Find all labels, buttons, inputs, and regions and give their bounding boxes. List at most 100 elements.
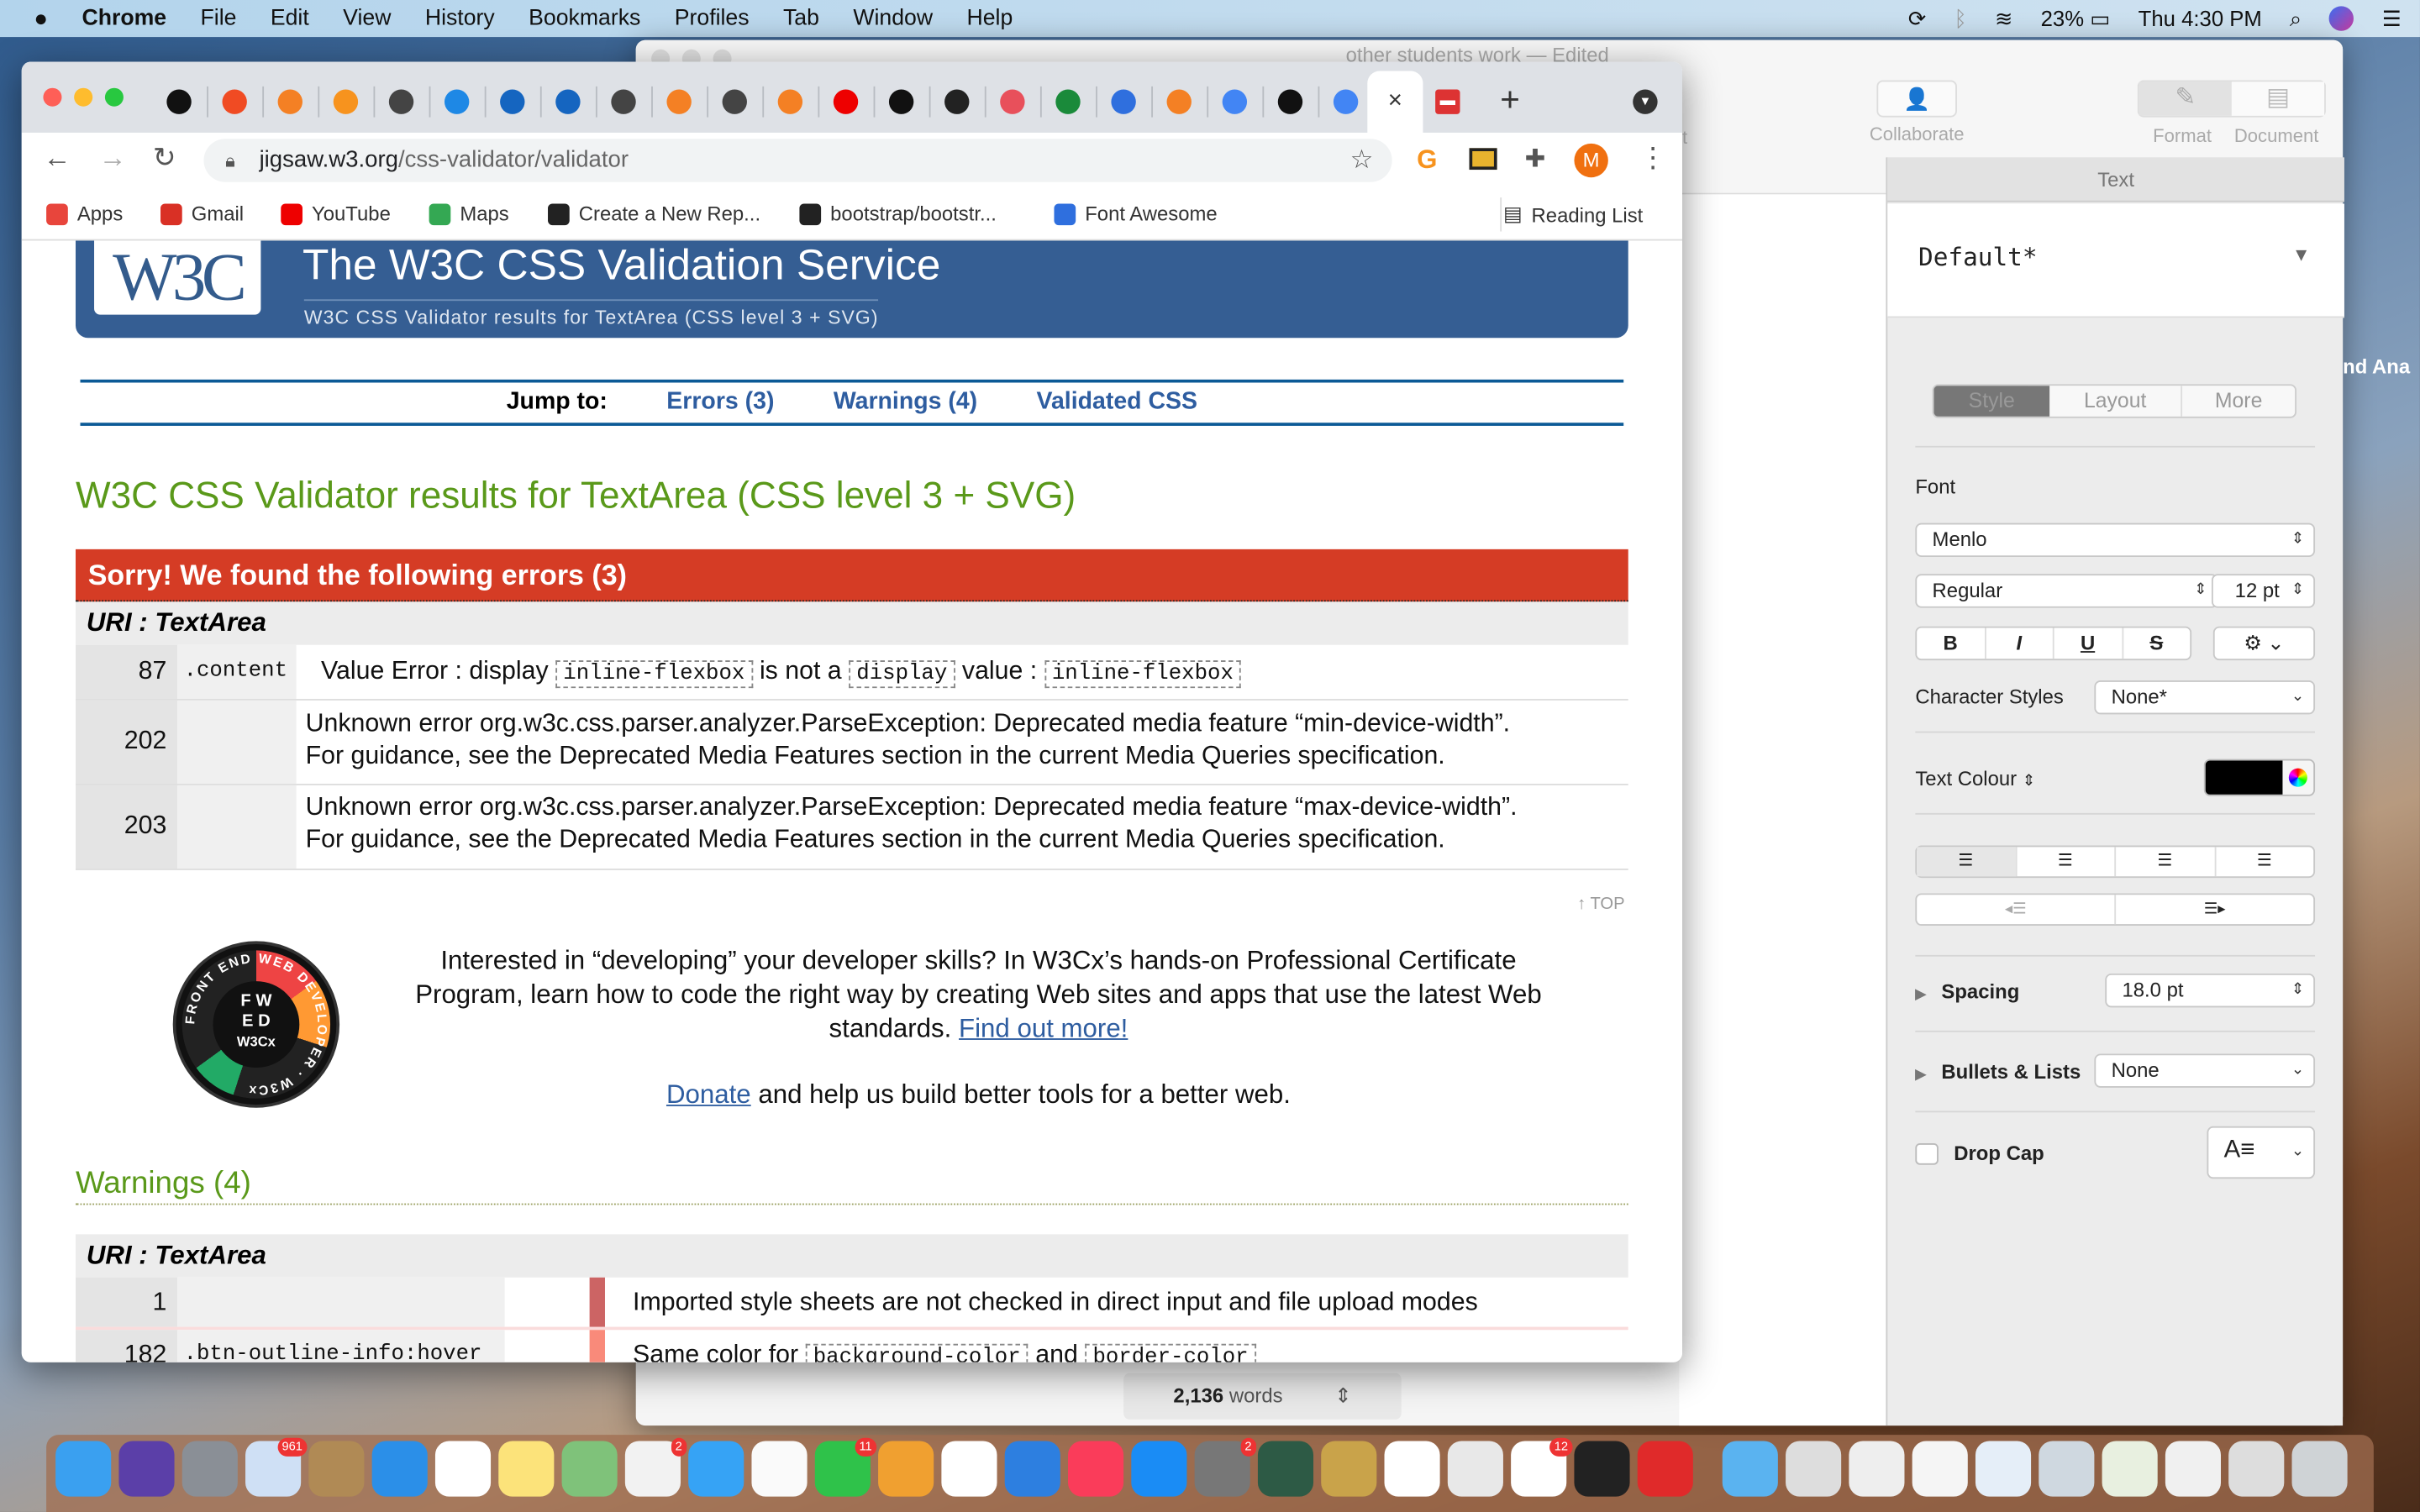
dock-launchpad-icon[interactable]: [182, 1441, 238, 1497]
forward-button[interactable]: →: [99, 142, 127, 175]
dock-folder-icon[interactable]: [1722, 1441, 1778, 1497]
dock-numbers-icon[interactable]: [941, 1441, 997, 1497]
chrome-menu-icon[interactable]: ⋮: [1639, 142, 1667, 175]
bookmark-item[interactable]: bootstrap/bootstr...: [799, 202, 997, 225]
dock-safari-icon[interactable]: [371, 1441, 428, 1497]
dock-trash-icon[interactable]: [2291, 1441, 2348, 1497]
dock-preview-8-icon[interactable]: [2228, 1441, 2285, 1497]
donate-link[interactable]: Donate: [666, 1080, 751, 1110]
tab-style[interactable]: Style: [1933, 386, 2050, 417]
puzzle-extensions-icon[interactable]: ✚: [1525, 144, 1546, 175]
bookmark-item[interactable]: Gmail: [160, 202, 244, 225]
dock-music-icon[interactable]: [1067, 1441, 1124, 1497]
bookmark-item[interactable]: YouTube: [281, 202, 391, 225]
spotlight-icon[interactable]: ⌕: [2290, 5, 2302, 31]
menu-window[interactable]: Window: [853, 6, 933, 30]
close-tab-icon[interactable]: ×: [1388, 88, 1402, 114]
character-styles-select[interactable]: None* ⌄: [2094, 680, 2316, 715]
increase-indent-icon[interactable]: ☰▸: [2114, 895, 2313, 925]
terminal-blue-tab-icon[interactable]: [555, 89, 581, 114]
menu-profiles[interactable]: Profiles: [675, 6, 750, 30]
menu-help[interactable]: Help: [966, 6, 1013, 30]
new-tab-button[interactable]: +: [1500, 81, 1520, 121]
collaborate-button[interactable]: 👤 Collaborate: [1855, 80, 1979, 145]
clock[interactable]: Thu 4:30 PM: [2139, 6, 2262, 30]
word-count[interactable]: 2,136 words ⇕: [1123, 1373, 1402, 1420]
menu-view[interactable]: View: [343, 6, 391, 30]
underline-button[interactable]: U: [2054, 627, 2123, 659]
terminal-blue-tab-icon[interactable]: [500, 89, 525, 114]
w-green-tab-icon[interactable]: [1055, 89, 1081, 114]
dock-photos-icon[interactable]: 2: [624, 1437, 687, 1497]
fewd-badge[interactable]: FRONT END WEB DEVELOPER · W3Cx F WE D W3C…: [172, 941, 340, 1108]
dock-maps-icon[interactable]: [561, 1441, 618, 1497]
dock-smiley-icon[interactable]: [1384, 1441, 1440, 1497]
dock-finder-icon[interactable]: [55, 1441, 112, 1497]
dock-pages-icon[interactable]: [878, 1441, 934, 1497]
dock-chrome-icon[interactable]: [1447, 1441, 1503, 1497]
dock-keychain-icon[interactable]: [1321, 1441, 1377, 1497]
bookmark-item[interactable]: Font Awesome: [1054, 202, 1218, 225]
dock-slack-icon[interactable]: 12: [1511, 1437, 1573, 1497]
dock-preview-7-icon[interactable]: [2165, 1441, 2222, 1497]
bookmark-star-icon[interactable]: ☆: [1350, 139, 1374, 181]
dock-mail-icon[interactable]: 961: [245, 1437, 308, 1497]
asterisk-tab-icon[interactable]: [1000, 89, 1025, 114]
document-icon[interactable]: ▤: [2231, 81, 2325, 116]
apple-icon[interactable]: ●: [34, 5, 48, 31]
active-tab[interactable]: ×: [1367, 71, 1423, 133]
top-link[interactable]: ↑ TOP: [1577, 895, 1625, 913]
font-style-select[interactable]: Regular ⇕: [1915, 574, 2218, 608]
page-content[interactable]: W3C The W3C CSS Validation Service W3C C…: [21, 240, 1683, 1362]
dock-reminders-icon[interactable]: [751, 1441, 808, 1497]
dock-preview-2-icon[interactable]: [1849, 1441, 1905, 1497]
bookmark-item[interactable]: Apps: [46, 202, 123, 225]
maximize-window-button[interactable]: [104, 87, 124, 107]
red-doc-icon[interactable]: ▬: [1435, 89, 1460, 114]
black-red-tab-icon[interactable]: [166, 89, 192, 114]
font-size-field[interactable]: 12 pt ⇕: [2211, 574, 2316, 608]
align-left-icon[interactable]: ☰: [1917, 847, 2015, 877]
dock-contacts-icon[interactable]: [308, 1441, 365, 1497]
stackoverflow-tab-icon[interactable]: [277, 89, 302, 114]
dock-preview-1-icon[interactable]: [1786, 1441, 1842, 1497]
dock-red-app-icon[interactable]: [1637, 1441, 1693, 1497]
wifi-icon[interactable]: ≋: [1995, 5, 2013, 31]
menu-history[interactable]: History: [425, 6, 495, 30]
url-bar[interactable]: 🔒︎ jigsaw.w3.org/css-validator/validator…: [203, 139, 1392, 182]
profile-avatar[interactable]: M: [1574, 143, 1608, 178]
codepen-tab-icon[interactable]: [888, 89, 914, 114]
reload-button[interactable]: ↻: [153, 142, 176, 175]
font-size-stepper[interactable]: ⇕: [2291, 575, 2304, 606]
jump-validated-css-link[interactable]: Validated CSS: [1037, 389, 1197, 415]
format-label[interactable]: Format: [2136, 125, 2228, 147]
bullets-select[interactable]: None ⌄: [2094, 1053, 2316, 1088]
dock-siri-icon[interactable]: [118, 1441, 175, 1497]
k-tab-icon[interactable]: [1277, 89, 1303, 114]
stackoverflow-tab-icon[interactable]: [666, 89, 692, 114]
menu-bookmarks[interactable]: Bookmarks: [529, 6, 640, 30]
menu-app-name[interactable]: Chrome: [82, 6, 166, 30]
drop-cap-style-select[interactable]: A≡ ⌄: [2207, 1126, 2316, 1179]
desktop-file-label[interactable]: nd Ana: [2343, 354, 2410, 378]
minimize-window-button[interactable]: [74, 87, 93, 107]
youtube-tab-icon[interactable]: [833, 89, 859, 114]
close-window-button[interactable]: [43, 87, 62, 107]
dock-preview-5-icon[interactable]: [2039, 1441, 2095, 1497]
stackoverflow-tab-icon[interactable]: [777, 89, 803, 114]
dock-facetime-icon[interactable]: 11: [814, 1437, 877, 1497]
text-options-button[interactable]: ⚙ ⌄: [2212, 626, 2316, 661]
dock-downloads-icon[interactable]: [1257, 1441, 1314, 1497]
bookmark-blue-tab-icon[interactable]: [1111, 89, 1136, 114]
jump-errors-link[interactable]: Errors (3): [666, 389, 774, 415]
menu-edit[interactable]: Edit: [271, 6, 309, 30]
extension-icon[interactable]: [1469, 148, 1497, 171]
dock-preview-4-icon[interactable]: [1975, 1441, 2032, 1497]
format-brush-icon[interactable]: ✎: [2139, 81, 2232, 116]
colour-swatch[interactable]: [2205, 760, 2283, 795]
hexagon-tab-icon[interactable]: [444, 89, 470, 114]
drop-cap-checkbox[interactable]: [1915, 1142, 1939, 1164]
dock-system-preferences-icon[interactable]: 2: [1194, 1437, 1257, 1497]
bluetooth-icon[interactable]: ᛒ: [1954, 6, 1967, 30]
bold-button[interactable]: B: [1917, 627, 1986, 659]
